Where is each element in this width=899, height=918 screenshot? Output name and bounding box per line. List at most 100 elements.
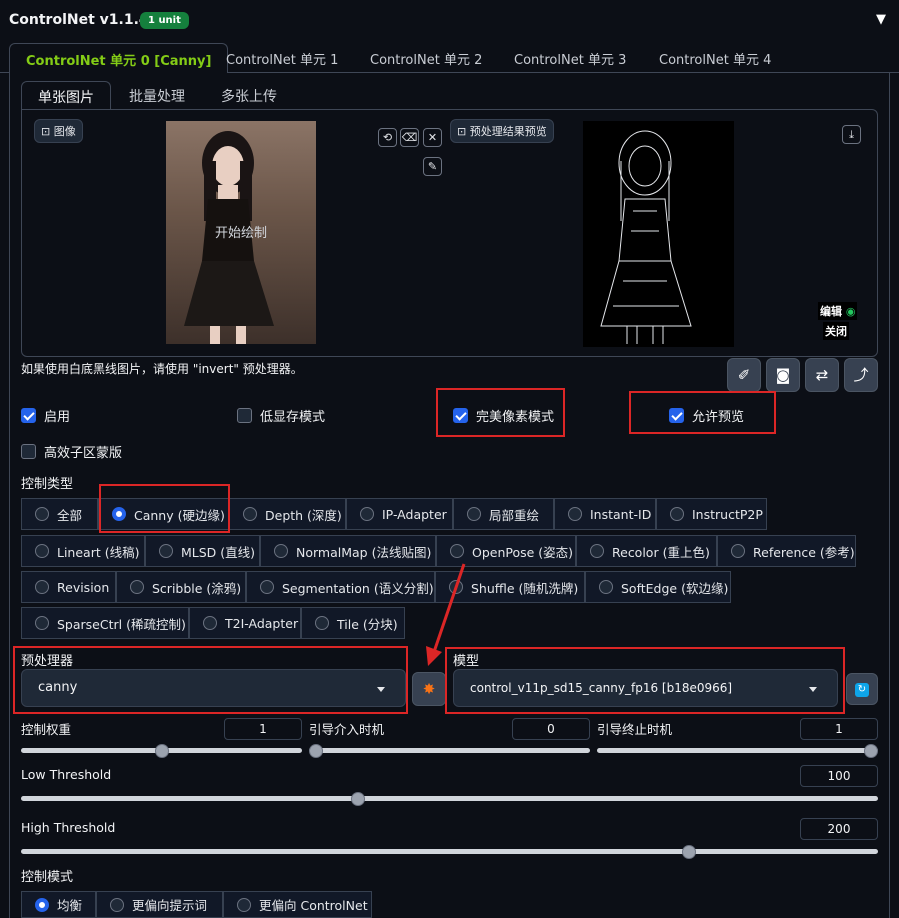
checkbox-mark[interactable] (453, 408, 468, 423)
control-type-option[interactable]: Lineart (线稿) (21, 535, 145, 567)
low-threshold-slider[interactable] (21, 796, 878, 801)
edit-icon: ◉ (842, 305, 856, 318)
radio-mark[interactable] (599, 580, 613, 594)
high-threshold-slider[interactable] (21, 849, 878, 854)
edit-button[interactable]: 编辑 ◉ (818, 302, 858, 320)
control-mode-option[interactable]: 更偏向提示词 (96, 891, 223, 918)
control-type-option[interactable]: IP-Adapter (346, 498, 453, 530)
enable-checkbox[interactable]: 启用 (21, 406, 70, 425)
control-type-option[interactable]: 局部重绘 (453, 498, 554, 530)
high-threshold-input[interactable]: 200 (800, 818, 878, 840)
control-mode-option[interactable]: 更偏向 ControlNet (223, 891, 372, 918)
preview-label: ⊡ 预处理结果预览 (450, 119, 554, 143)
download-icon[interactable]: ⤓ (842, 125, 861, 144)
radio-mark[interactable] (35, 616, 49, 630)
start-slider[interactable] (309, 748, 590, 753)
control-type-option[interactable]: MLSD (直线) (145, 535, 260, 567)
tab-batch[interactable]: 批量处理 (113, 81, 201, 109)
control-type-option[interactable]: Reference (参考) (717, 535, 856, 567)
radio-mark[interactable] (260, 580, 274, 594)
radio-mark[interactable] (568, 507, 582, 521)
swap-icon[interactable]: ⇄ (805, 358, 839, 392)
new-canvas-icon[interactable]: ✐ (727, 358, 761, 392)
radio-mark[interactable] (35, 580, 49, 594)
tab-unit-0[interactable]: ControlNet 单元 0 [Canny] (9, 43, 229, 73)
control-type-option[interactable]: 全部 (21, 498, 98, 530)
end-slider-thumb[interactable] (864, 744, 878, 758)
start-drawing-label[interactable]: 开始绘制 (215, 222, 267, 241)
tab-single-image[interactable]: 单张图片 (21, 81, 111, 109)
control-type-option[interactable]: T2I-Adapter (189, 607, 301, 639)
radio-mark[interactable] (450, 544, 464, 558)
refresh-models-button[interactable]: ↻ (846, 673, 878, 705)
chevron-down-icon (377, 687, 385, 692)
radio-mark[interactable] (110, 897, 124, 912)
weight-slider-thumb[interactable] (154, 744, 169, 758)
low-vram-checkbox[interactable]: 低显存模式 (237, 406, 325, 425)
radio-mark[interactable] (274, 544, 288, 558)
preprocessor-select[interactable]: canny (21, 669, 406, 707)
close-icon[interactable]: ✕ (423, 128, 442, 147)
control-type-option[interactable]: Segmentation (语义分割) (246, 571, 435, 603)
checkbox-mark[interactable] (21, 444, 36, 459)
tab-multi-upload[interactable]: 多张上传 (205, 81, 293, 109)
model-select[interactable]: control_v11p_sd15_canny_fp16 [b18e0966] (453, 669, 838, 707)
control-type-option[interactable]: Instant-ID (554, 498, 656, 530)
pixel-perfect-checkbox[interactable]: 完美像素模式 (453, 406, 554, 425)
checkbox-mark[interactable] (669, 408, 684, 423)
tab-unit-4[interactable]: ControlNet 单元 4 (643, 43, 787, 73)
radio-mark[interactable] (670, 507, 684, 521)
start-input[interactable]: 0 (512, 718, 590, 740)
radio-mark[interactable] (360, 507, 374, 521)
radio-mark[interactable] (731, 544, 745, 558)
radio-mark[interactable] (243, 507, 257, 521)
preview-image (583, 121, 734, 347)
radio-mark[interactable] (130, 580, 144, 594)
undo-icon[interactable]: ⟲ (378, 128, 397, 147)
radio-mark[interactable] (159, 544, 173, 558)
efficient-mask-checkbox[interactable]: 高效子区蒙版 (21, 442, 122, 461)
radio-mark[interactable] (35, 544, 49, 558)
weight-input[interactable]: 1 (224, 718, 302, 740)
control-type-option[interactable]: SparseCtrl (稀疏控制) (21, 607, 189, 639)
camera-icon[interactable]: ◙ (766, 358, 800, 392)
send-dimensions-icon[interactable]: ⤴ (844, 358, 878, 392)
close-button[interactable]: 关闭 (823, 322, 849, 340)
radio-mark[interactable] (315, 616, 329, 630)
allow-preview-checkbox[interactable]: 允许预览 (669, 406, 744, 425)
control-type-option[interactable]: Scribble (涂鸦) (116, 571, 246, 603)
end-slider[interactable] (597, 748, 878, 753)
image-area (21, 109, 878, 357)
radio-mark[interactable] (237, 897, 251, 912)
end-input[interactable]: 1 (800, 718, 878, 740)
checkbox-mark[interactable] (237, 408, 252, 423)
high-threshold-thumb[interactable] (681, 845, 696, 859)
control-type-option[interactable]: Depth (深度) (229, 498, 346, 530)
brush-icon[interactable]: ✎ (423, 157, 442, 176)
tab-unit-1[interactable]: ControlNet 单元 1 (210, 43, 354, 73)
run-preprocessor-icon[interactable]: ✸ (412, 672, 446, 706)
radio-mark[interactable] (35, 897, 49, 912)
collapse-icon[interactable]: ▼ (876, 12, 886, 27)
tab-unit-2[interactable]: ControlNet 单元 2 (354, 43, 498, 73)
control-mode-option-selected[interactable]: 均衡 (21, 891, 96, 918)
control-type-label: 控制类型 (21, 477, 74, 492)
radio-mark[interactable] (203, 616, 217, 630)
image-label: ⊡ 图像 (34, 119, 83, 143)
low-threshold-input[interactable]: 100 (800, 765, 878, 787)
control-type-option[interactable]: InstructP2P (656, 498, 767, 530)
control-type-option[interactable]: Recolor (重上色) (576, 535, 717, 567)
control-type-option[interactable]: Tile (分块) (301, 607, 405, 639)
radio-mark[interactable] (467, 507, 481, 521)
radio-mark[interactable] (590, 544, 604, 558)
tab-unit-3[interactable]: ControlNet 单元 3 (498, 43, 642, 73)
start-slider-thumb[interactable] (309, 744, 323, 758)
checkbox-mark[interactable] (21, 408, 36, 423)
end-label: 引导终止时机 (597, 722, 673, 737)
control-type-option[interactable]: SoftEdge (软边缘) (585, 571, 731, 603)
weight-label: 控制权重 (21, 722, 72, 737)
radio-mark[interactable] (35, 507, 49, 521)
control-type-option[interactable]: Revision (21, 571, 116, 603)
control-type-option[interactable]: NormalMap (法线贴图) (260, 535, 436, 567)
eraser-icon[interactable]: ⌫ (400, 128, 419, 147)
